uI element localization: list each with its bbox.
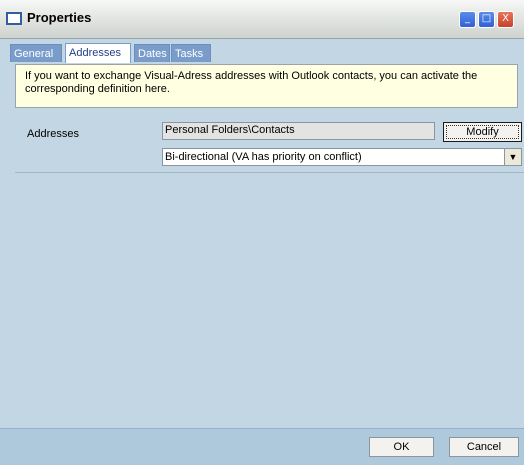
dropdown-arrow-icon[interactable]: ▼ bbox=[504, 149, 521, 165]
title-bar: Properties _ □ X bbox=[0, 0, 524, 39]
ok-button-label: OK bbox=[393, 441, 410, 453]
window-title: Properties bbox=[27, 10, 92, 25]
tab-dates[interactable]: Dates bbox=[134, 44, 170, 62]
tab-addresses[interactable]: Addresses bbox=[65, 43, 131, 63]
ok-button[interactable]: OK bbox=[369, 437, 434, 457]
close-button[interactable]: X bbox=[497, 11, 514, 28]
contacts-folder-field: Personal Folders\Contacts bbox=[162, 122, 435, 140]
sync-mode-value: Bi-directional (VA has priority on confl… bbox=[165, 151, 362, 163]
separator bbox=[15, 172, 524, 173]
properties-window: Properties _ □ X General Addresses Dates… bbox=[0, 0, 524, 465]
tab-general[interactable]: General bbox=[10, 44, 62, 62]
addresses-label: Addresses bbox=[27, 128, 79, 140]
button-bar bbox=[0, 428, 524, 465]
sync-mode-select[interactable]: Bi-directional (VA has priority on confl… bbox=[162, 148, 522, 166]
window-icon bbox=[6, 12, 22, 25]
tab-tasks[interactable]: Tasks bbox=[171, 44, 211, 62]
cancel-button[interactable]: Cancel bbox=[449, 437, 519, 457]
minimize-button[interactable]: _ bbox=[459, 11, 476, 28]
maximize-button[interactable]: □ bbox=[478, 11, 495, 28]
info-panel: If you want to exchange Visual-Adress ad… bbox=[15, 64, 518, 108]
modify-button-label: Modify bbox=[446, 125, 519, 139]
modify-button[interactable]: Modify bbox=[443, 122, 522, 142]
